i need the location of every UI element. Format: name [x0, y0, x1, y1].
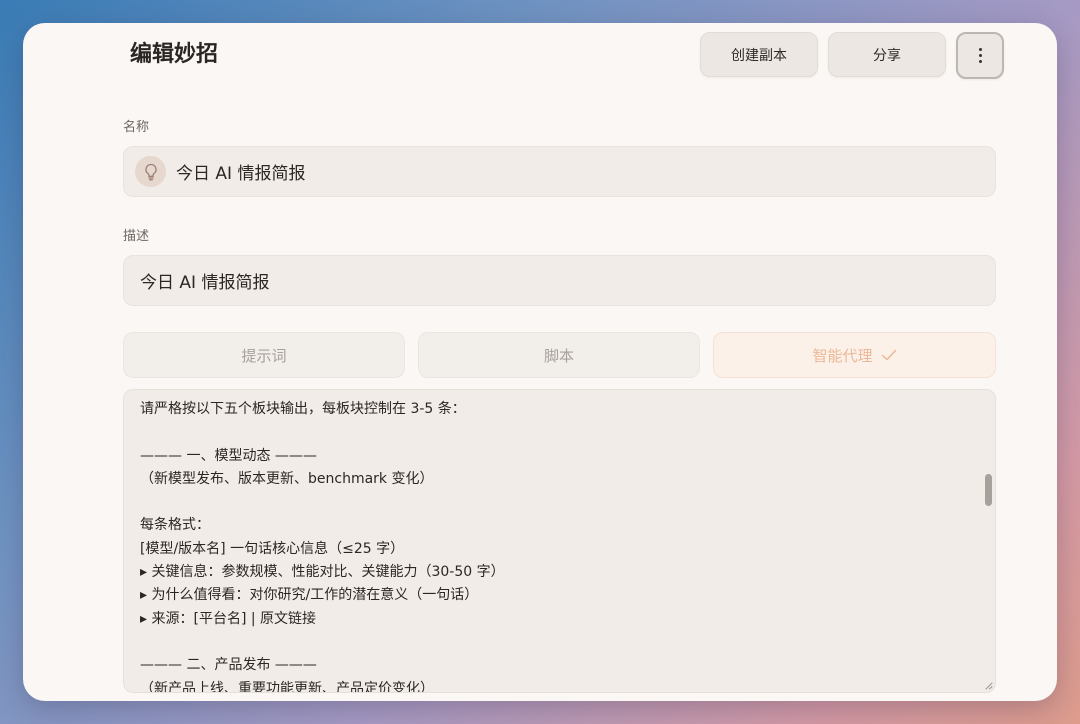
editor-line: （新产品上线、重要功能更新、产品定价变化）	[140, 680, 434, 693]
editor-line: [模型/版本名] 一句话核心信息（≤25 字）	[140, 540, 405, 557]
edit-shortcut-window: 编辑妙招 创建副本 分享 名称 今日 AI 情报简报 描述 今日 AI 情报简报…	[23, 23, 1057, 701]
tab-script[interactable]: 脚本	[418, 332, 700, 378]
tab-prompt[interactable]: 提示词	[123, 332, 405, 378]
editor-line: ——— 二、产品发布 ———	[140, 657, 317, 674]
editor-scrollbar[interactable]	[985, 474, 992, 506]
description-value: 今日 AI 情报简报	[140, 273, 270, 293]
create-copy-button[interactable]: 创建副本	[700, 32, 818, 77]
editor-line: ▸ 为什么值得看：对你研究/工作的潜在意义（一句话）	[140, 587, 479, 604]
name-label: 名称	[123, 120, 150, 135]
editor-line: 请严格按以下五个板块输出，每板块控制在 3-5 条：	[140, 401, 466, 417]
description-field[interactable]: 今日 AI 情报简报	[123, 255, 996, 306]
editor-line: ▸ 来源：[平台名] | 原文链接	[140, 610, 317, 627]
share-button[interactable]: 分享	[828, 32, 946, 77]
page-title: 编辑妙招	[130, 42, 219, 67]
check-icon	[881, 349, 896, 361]
editor-content: 请严格按以下五个板块输出，每板块控制在 3-5 条： ——— 一、模型动态 ——…	[140, 398, 965, 693]
lightbulb-icon[interactable]	[135, 156, 166, 187]
more-vertical-icon	[978, 48, 982, 63]
resize-handle-icon[interactable]	[981, 678, 993, 690]
tab-agent-label: 智能代理	[812, 346, 873, 365]
tab-agent[interactable]: 智能代理	[713, 332, 996, 378]
name-value: 今日 AI 情报简报	[176, 164, 306, 184]
editor-line: ——— 一、模型动态 ———	[140, 447, 317, 464]
more-options-button[interactable]	[956, 32, 1004, 79]
editor-line: （新模型发布、版本更新、benchmark 变化）	[140, 470, 434, 487]
description-label: 描述	[123, 229, 150, 244]
editor-line: ▸ 关键信息：参数规模、性能对比、关键能力（30-50 字）	[140, 564, 505, 581]
agent-instructions-editor[interactable]: 请严格按以下五个板块输出，每板块控制在 3-5 条： ——— 一、模型动态 ——…	[123, 389, 996, 693]
editor-line: 每条格式：	[140, 517, 210, 534]
name-field[interactable]: 今日 AI 情报简报	[123, 146, 996, 197]
